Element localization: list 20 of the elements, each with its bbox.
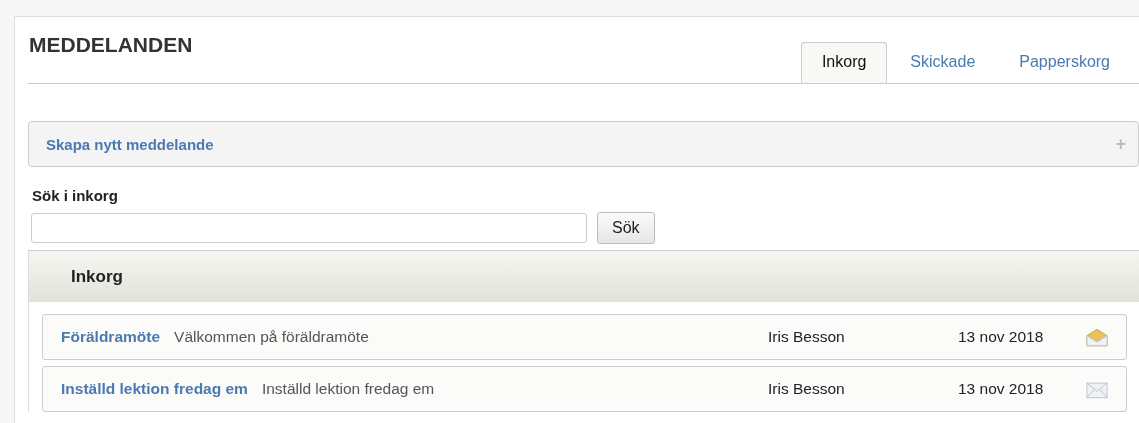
create-message-link[interactable]: Skapa nytt meddelande xyxy=(46,135,214,153)
page-title: MEDDELANDEN xyxy=(29,33,193,57)
message-row[interactable]: Inställd lektion fredag em Inställd lektion fredag em Iris Besson 13 nov 2018 xyxy=(42,366,1127,412)
message-date: 13 nov 2018 xyxy=(958,328,1045,346)
search-label: Sök i inkorg xyxy=(32,187,119,204)
inbox-heading: Inkorg xyxy=(71,266,123,287)
tab[interactable]: Inkorg xyxy=(800,42,888,83)
search-field[interactable] xyxy=(31,213,587,243)
message-date: 13 nov 2018 xyxy=(958,380,1045,398)
tab[interactable]: Skickade xyxy=(889,42,997,83)
message-preview: Inställd lektion fredag em xyxy=(261,380,436,398)
tab[interactable]: Papperskorg xyxy=(998,42,1131,83)
message-row[interactable]: Föräldramöte Välkommen på föräldramöte Iris Besson 13 nov 2018 xyxy=(42,314,1127,360)
message-preview: Välkommen på föräldramöte xyxy=(174,328,370,346)
message-sender: Iris Besson xyxy=(768,328,846,346)
search-button[interactable]: Sök xyxy=(597,212,655,244)
message-subject[interactable]: Inställd lektion fredag em xyxy=(61,380,248,398)
message-subject[interactable]: Föräldramöte xyxy=(61,328,161,346)
message-sender: Iris Besson xyxy=(768,380,846,398)
create-message-panel[interactable]: Skapa nytt meddelande + xyxy=(28,121,1139,167)
